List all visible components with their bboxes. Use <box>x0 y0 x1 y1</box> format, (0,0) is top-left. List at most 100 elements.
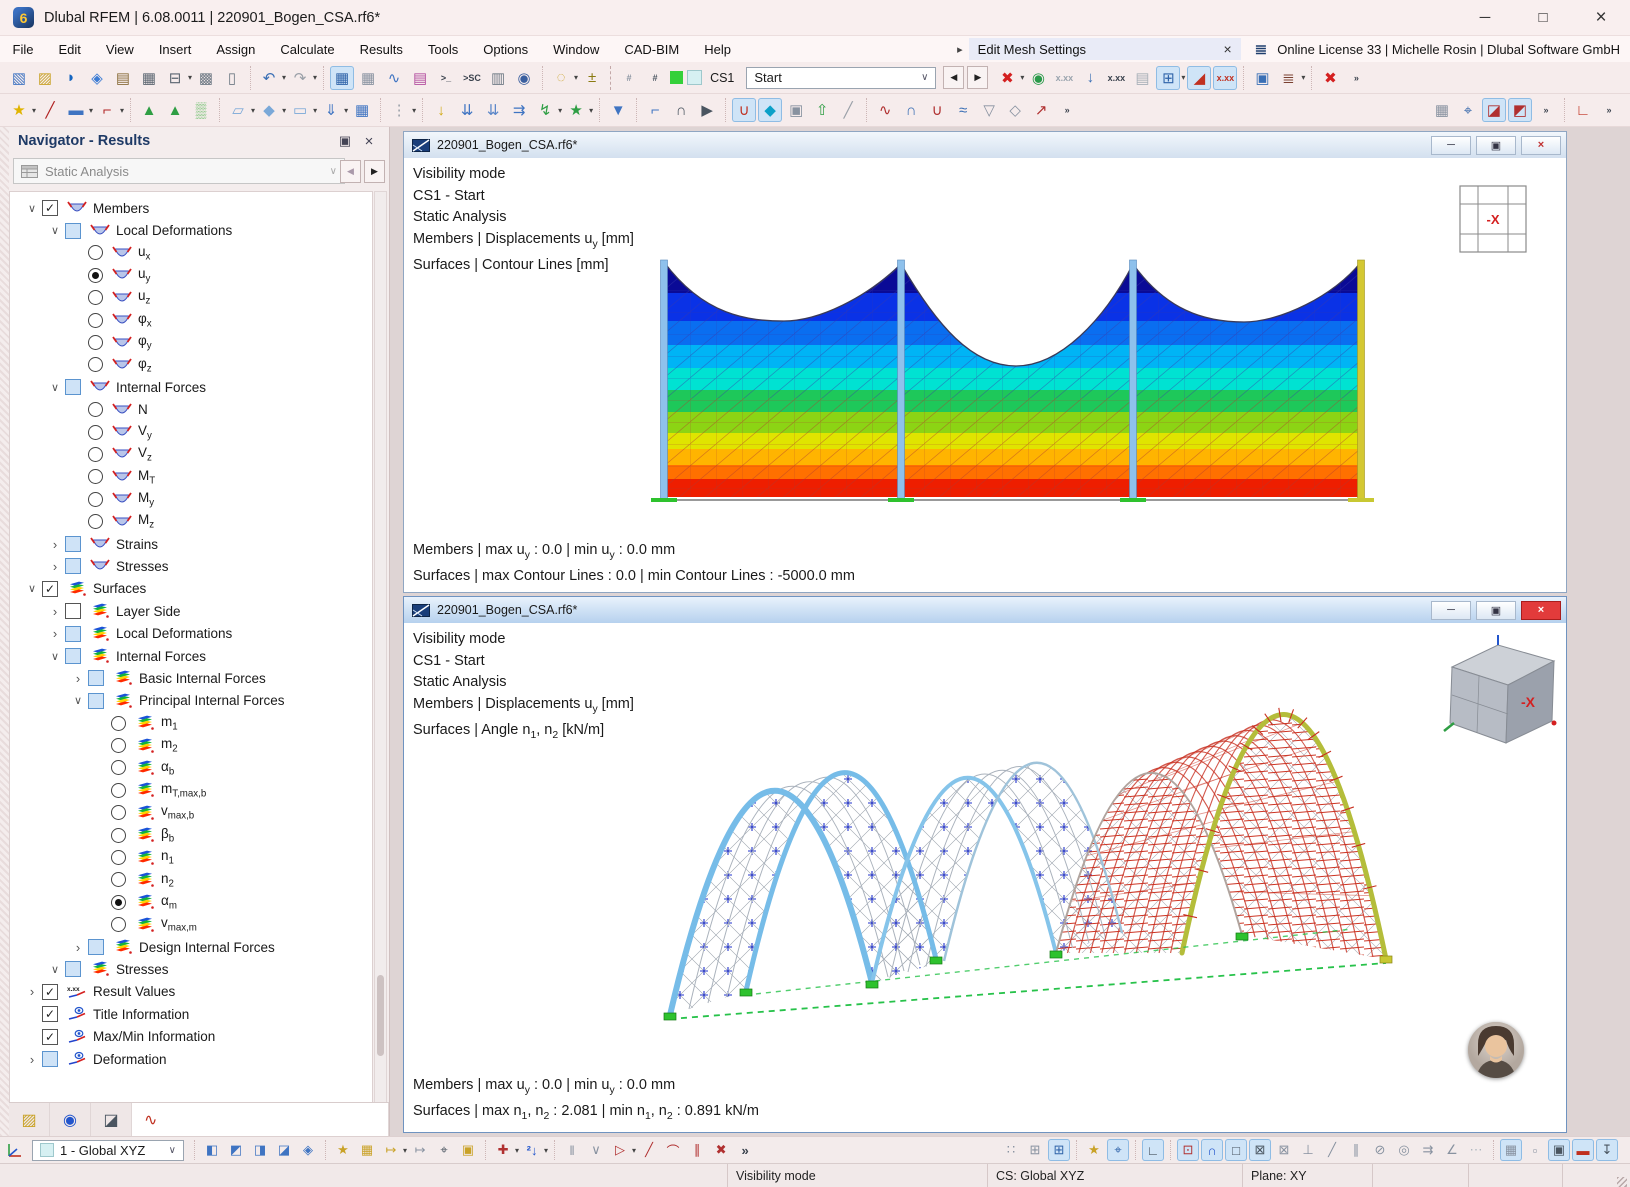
guideline-tool-dropdown-icon[interactable]: ▾ <box>412 106 416 115</box>
menu-tools[interactable]: Tools <box>415 36 470 62</box>
member-stiffness-icon[interactable]: ≈ <box>951 98 975 122</box>
print-dropdown-icon[interactable]: ▾ <box>188 73 192 82</box>
view-3d-icon[interactable]: ◈ <box>297 1139 319 1161</box>
tree-radio-unselected[interactable] <box>111 782 126 798</box>
pin-toolbar-icon[interactable]: ↧ <box>1596 1139 1618 1161</box>
tab-results-navigator[interactable]: ∿ <box>132 1103 389 1136</box>
zoom-window-icon[interactable]: ★ <box>332 1139 354 1161</box>
origin-axes-icon[interactable]: ∟ <box>1571 98 1595 122</box>
draw-arc-icon[interactable]: ⌒ <box>662 1139 684 1161</box>
pan-lock-icon[interactable]: ▬ <box>1572 1139 1594 1161</box>
results-on-members-icon[interactable]: ∪ <box>732 98 757 122</box>
new-opening-icon[interactable]: ▭ <box>288 98 312 122</box>
snap-node-icon[interactable]: ✚ <box>492 1139 514 1161</box>
tree-checkbox-partial[interactable] <box>65 222 81 239</box>
new-surface-dropdown-icon[interactable]: ▾ <box>251 106 255 115</box>
menu-insert[interactable]: Insert <box>146 36 204 62</box>
close-button[interactable]: × <box>1572 0 1630 35</box>
tree-checkbox-partial[interactable] <box>65 558 81 575</box>
tree-checkbox-partial[interactable] <box>42 1051 58 1068</box>
tree-item-n[interactable]: N <box>10 399 372 421</box>
menu-cad-bim[interactable]: CAD-BIM <box>612 36 692 62</box>
visibility-filter-icon[interactable]: ▼ <box>606 98 630 122</box>
tree-item-deformation[interactable]: › Deformation <box>10 1048 372 1070</box>
snap-generated-points-icon[interactable]: ★ <box>1083 1139 1105 1161</box>
grid-points-toggle-icon[interactable]: ∷ <box>1000 1139 1022 1161</box>
tree-item-max-min-information[interactable]: ✓ Max/Min Information <box>10 1025 372 1047</box>
tree-checkbox-checked[interactable]: ✓ <box>42 1006 58 1023</box>
guideline-direction-dropdown-icon[interactable]: ▾ <box>632 1146 636 1155</box>
view-isometric-icon[interactable]: ◧ <box>201 1139 223 1161</box>
quick-search-input[interactable]: Edit Mesh Settings × <box>968 38 1241 60</box>
new-surface-icon[interactable]: ▱ <box>226 98 250 122</box>
new-solid-icon[interactable]: ◆ <box>257 98 281 122</box>
guideline-direction-icon[interactable]: ▷ <box>609 1139 631 1161</box>
navigator-prev-button[interactable]: ◀ <box>340 160 361 183</box>
surface-load-icon[interactable]: ⇉ <box>507 98 531 122</box>
menu-results[interactable]: Results <box>347 36 415 62</box>
menu-edit[interactable]: Edit <box>46 36 93 62</box>
viewport-restore-button[interactable]: ▣ <box>1476 600 1516 620</box>
tree-radio-unselected[interactable] <box>88 335 103 351</box>
analysis-type-select[interactable]: Static Analysis ∨ <box>13 158 345 184</box>
mesh-settings-icon[interactable]: # <box>643 66 667 90</box>
measure-tool-icon[interactable]: ⌖ <box>433 1139 455 1161</box>
tree-radio-unselected[interactable] <box>88 245 103 261</box>
animation-icon[interactable]: ▶ <box>695 98 719 122</box>
tree-radio-selected[interactable] <box>111 894 126 910</box>
redo-dropdown-icon[interactable]: ▾ <box>313 73 317 82</box>
grid-settings-icon[interactable]: ⊞ <box>1024 1139 1046 1161</box>
saved-views-icon[interactable]: ▣ <box>457 1139 479 1161</box>
tree-item-φ-y[interactable]: φy <box>10 331 372 353</box>
draw-parallel-icon[interactable]: ∥ <box>686 1139 708 1161</box>
tree-checkbox-partial[interactable] <box>88 670 104 687</box>
ortho-mode-icon[interactable]: ∟ <box>1142 1139 1164 1161</box>
result-grid-values-dropdown-icon[interactable]: ▾ <box>1181 73 1185 82</box>
member-releases-icon[interactable]: ∿ <box>873 98 897 122</box>
tree-radio-unselected[interactable] <box>111 917 126 933</box>
generated-load-dropdown-icon[interactable]: ▾ <box>589 106 593 115</box>
minimize-button[interactable]: ─ <box>1456 0 1514 35</box>
dlubal-cloud-icon[interactable]: ◗ <box>59 66 83 90</box>
line-support-icon[interactable]: ▲ <box>163 98 187 122</box>
special-selection-dropdown-icon[interactable]: ▾ <box>574 73 578 82</box>
new-load-dropdown-icon[interactable]: ▾ <box>344 106 348 115</box>
tree-radio-unselected[interactable] <box>111 850 126 866</box>
tree-expander-icon[interactable]: ∨ <box>22 202 42 215</box>
tree-item-stresses[interactable]: ∨ Stresses <box>10 958 372 980</box>
table-data-icon[interactable]: ▦ <box>330 65 355 90</box>
tree-checkbox-checked[interactable]: ✓ <box>42 580 58 597</box>
tree-checkbox-checked[interactable]: ✓ <box>42 1028 58 1045</box>
tree-scrollbar[interactable] <box>374 191 387 1103</box>
cancel-search-icon[interactable]: ✖ <box>1318 66 1342 90</box>
smooth-contours-icon[interactable]: ◢ <box>1187 65 1212 90</box>
tree-checkbox-partial[interactable] <box>65 961 81 978</box>
tree-item-n-1[interactable]: n1 <box>10 846 372 868</box>
tree-item-α-m[interactable]: αm <box>10 891 372 913</box>
member-orientation-icon[interactable]: ↗ <box>1029 98 1053 122</box>
tree-item-basic-internal-forces[interactable]: › Basic Internal Forces <box>10 667 372 689</box>
snap-extension-icon[interactable]: ⋯ <box>1465 1139 1487 1161</box>
bottombar-overflow-icon[interactable]: » <box>734 1139 756 1161</box>
tree-expander-icon[interactable]: › <box>22 984 42 999</box>
tree-expander-icon[interactable]: ∨ <box>45 650 65 663</box>
snap-midpoints-icon[interactable]: ⊠ <box>1249 1139 1271 1161</box>
menu-calculate[interactable]: Calculate <box>268 36 347 62</box>
snap-grid-icon[interactable]: ⊡ <box>1177 1139 1199 1161</box>
tree-item-members[interactable]: ∨ ✓ Members <box>10 197 372 219</box>
tree-expander-icon[interactable]: › <box>45 626 65 641</box>
open-model-icon[interactable]: ▨ <box>33 66 57 90</box>
new-node-icon[interactable]: ★ <box>7 98 31 122</box>
view-front-icon[interactable]: ◨ <box>249 1139 271 1161</box>
new-model-icon[interactable]: ▧ <box>7 66 31 90</box>
generate-mesh-icon[interactable]: # <box>617 66 641 90</box>
tree-item-n-2[interactable]: n2 <box>10 869 372 891</box>
tree-item-result-values[interactable]: › ✓ x.xx Result Values <box>10 981 372 1003</box>
zoom-all-icon[interactable]: ▦ <box>356 1139 378 1161</box>
navigation-cube[interactable]: -X <box>1443 635 1557 744</box>
tree-checkbox-checked[interactable]: ✓ <box>42 200 58 217</box>
tree-radio-unselected[interactable] <box>88 290 103 306</box>
control-panel-grid-icon[interactable]: ▦ <box>1430 98 1454 122</box>
results-visibility-icon[interactable]: ◉ <box>1026 66 1050 90</box>
print-icon[interactable]: ⊟ <box>163 66 187 90</box>
